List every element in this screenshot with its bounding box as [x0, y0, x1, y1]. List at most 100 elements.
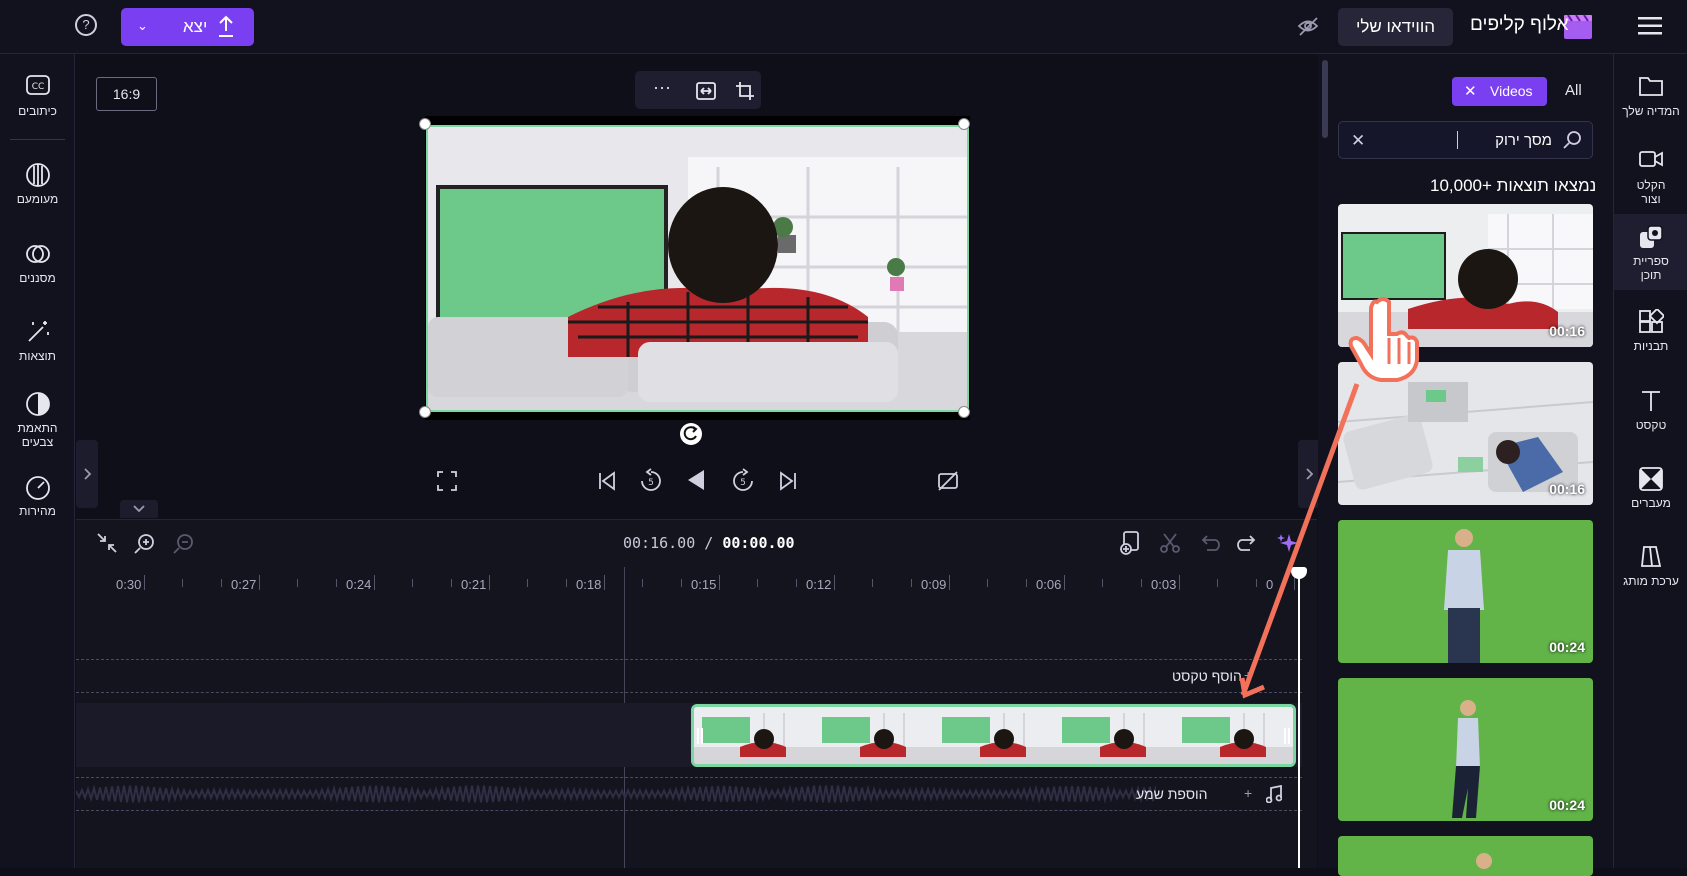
eye-off-icon[interactable] — [1297, 15, 1319, 42]
text-cursor — [1457, 131, 1458, 149]
add-text-label[interactable]: הוסף טקסט — [1172, 668, 1242, 684]
resize-handle-bottom-left[interactable] — [419, 406, 431, 418]
zoom-in-icon[interactable] — [134, 532, 156, 559]
svg-text:CC: CC — [31, 82, 44, 92]
divider — [10, 139, 65, 140]
collapse-right-panel-button[interactable] — [1298, 440, 1320, 508]
chevron-down-icon[interactable]: ⌄ — [137, 18, 148, 34]
ruler-tick-label: 0:30 — [116, 577, 142, 592]
scrollbar[interactable] — [1322, 60, 1328, 138]
main-nav: המדיה שלך הקלט וצור ספריית תוכן תבניות ט… — [1613, 54, 1687, 868]
color-adjust-tool[interactable]: התאמת צבעים — [0, 391, 75, 449]
skip-back-icon[interactable] — [597, 471, 617, 496]
plus-icon[interactable]: + — [1244, 667, 1252, 683]
results-count: 10,000+ נמצאו תוצאות — [1430, 176, 1597, 195]
ruler-minor-tick — [1217, 579, 1219, 587]
add-media-icon[interactable] — [1119, 531, 1141, 560]
fit-icon[interactable] — [696, 82, 716, 105]
help-icon[interactable]: ? — [75, 14, 97, 36]
ai-sparkle-icon[interactable] — [1277, 532, 1299, 559]
nav-templates[interactable]: תבניות — [1614, 307, 1687, 353]
filter-videos-label: Videos — [1490, 83, 1533, 99]
library-video-item[interactable] — [1338, 836, 1593, 876]
resize-handle-top-right[interactable] — [958, 118, 970, 130]
more-options-icon[interactable]: ··· — [653, 77, 671, 98]
filter-all[interactable]: All — [1565, 82, 1582, 99]
collapse-timeline-button[interactable] — [120, 500, 158, 518]
fade-tool[interactable]: מעומעם — [0, 162, 75, 206]
ruler-tick — [259, 575, 260, 590]
skip-forward-icon[interactable] — [778, 471, 798, 496]
audio-waveform — [76, 784, 1156, 804]
export-button[interactable]: ⌄ יצא — [121, 8, 254, 46]
rewind-5-icon[interactable]: 5 — [639, 468, 663, 499]
collapse-icon[interactable] — [96, 532, 118, 559]
menu-icon[interactable] — [1638, 17, 1662, 35]
effects-tool[interactable]: תוצאות — [0, 319, 75, 363]
my-video-button[interactable]: הווידאו שלי — [1338, 8, 1453, 46]
resize-handle-bottom-right[interactable] — [958, 406, 970, 418]
ruler-minor-tick — [680, 579, 682, 587]
plus-icon[interactable]: + — [1244, 785, 1252, 801]
crop-icon[interactable] — [735, 81, 755, 106]
video-preview-frame[interactable] — [426, 125, 969, 412]
captions-tool[interactable]: CC כיתובים — [0, 74, 75, 118]
ruler-tick — [374, 575, 375, 590]
clip-trim-handle-left[interactable] — [697, 728, 703, 744]
video-clip[interactable] — [691, 704, 1296, 767]
speed-tool[interactable]: מהירות — [0, 474, 75, 518]
aspect-ratio-button[interactable]: 16:9 — [96, 77, 157, 111]
current-time: 00:00.00 — [722, 534, 795, 552]
ruler-minor-tick — [872, 579, 874, 587]
clip-thumbnail-frame — [934, 707, 1054, 764]
nav-text[interactable]: טקסט — [1614, 388, 1687, 432]
nav-brand-kit[interactable]: ערכת מותג — [1614, 544, 1687, 588]
ruler-minor-tick — [565, 579, 567, 587]
add-audio-label[interactable]: הוספת שמע — [1136, 786, 1208, 802]
filters-tool[interactable]: מסננים — [0, 241, 75, 285]
scene-image — [428, 127, 967, 410]
ruler-minor-tick — [795, 579, 797, 587]
filter-videos-chip[interactable]: ✕ Videos — [1452, 77, 1547, 106]
effects-wand-icon — [25, 319, 51, 345]
color-adjust-label: התאמת צבעים — [17, 421, 58, 449]
audio-track[interactable]: הוספת שמע + — [76, 777, 1302, 811]
speed-label: מהירות — [19, 504, 56, 518]
library-video-item[interactable]: 00:24 — [1338, 520, 1593, 663]
fullscreen-icon[interactable] — [437, 471, 457, 496]
ruler-tick-label: 0:24 — [346, 577, 372, 592]
clip-trim-handle-right[interactable] — [1284, 728, 1290, 744]
expand-left-panel-button[interactable] — [76, 440, 98, 508]
zoom-out-icon[interactable] — [173, 532, 195, 559]
filters-label: מסננים — [19, 271, 56, 285]
ruler-minor-tick — [1140, 579, 1142, 587]
nav-record-create[interactable]: הקלט וצור — [1614, 148, 1687, 206]
undo-icon[interactable] — [1198, 532, 1220, 559]
play-icon[interactable] — [684, 468, 708, 497]
scissors-icon[interactable] — [1159, 532, 1181, 559]
nav-content-library[interactable]: ספריית תוכן — [1614, 214, 1687, 290]
resize-handle-top-left[interactable] — [419, 118, 431, 130]
nav-transitions[interactable]: מעברים — [1614, 466, 1687, 510]
close-icon[interactable]: ✕ — [1464, 82, 1477, 100]
nav-your-media[interactable]: המדיה שלך — [1614, 74, 1687, 118]
redo-icon[interactable] — [1237, 532, 1259, 559]
library-video-item[interactable]: 00:24 — [1338, 678, 1593, 821]
forward-5-icon[interactable]: 5 — [731, 468, 755, 499]
ruler-tick-label: 0:09 — [921, 577, 947, 592]
clear-search-icon[interactable]: ✕ — [1351, 131, 1365, 151]
playhead[interactable] — [1298, 567, 1300, 868]
nav-label: טקסט — [1635, 418, 1667, 432]
svg-text:5: 5 — [648, 478, 654, 488]
nav-label: ערכת מותג — [1623, 574, 1679, 588]
rotate-handle-icon[interactable] — [680, 423, 702, 445]
text-track[interactable]: הוסף טקסט + — [76, 659, 1302, 693]
brand-kit-icon — [1638, 544, 1664, 570]
total-time: 00:16.00 — [623, 534, 696, 552]
hide-preview-icon[interactable] — [937, 470, 959, 497]
text-icon — [1638, 388, 1664, 414]
nav-label: הקלט וצור — [1636, 178, 1666, 206]
search-input[interactable]: ✕ מסך ירוק — [1338, 121, 1593, 159]
ruler-minor-tick — [220, 579, 222, 587]
duration-badge: 00:24 — [1549, 797, 1585, 813]
